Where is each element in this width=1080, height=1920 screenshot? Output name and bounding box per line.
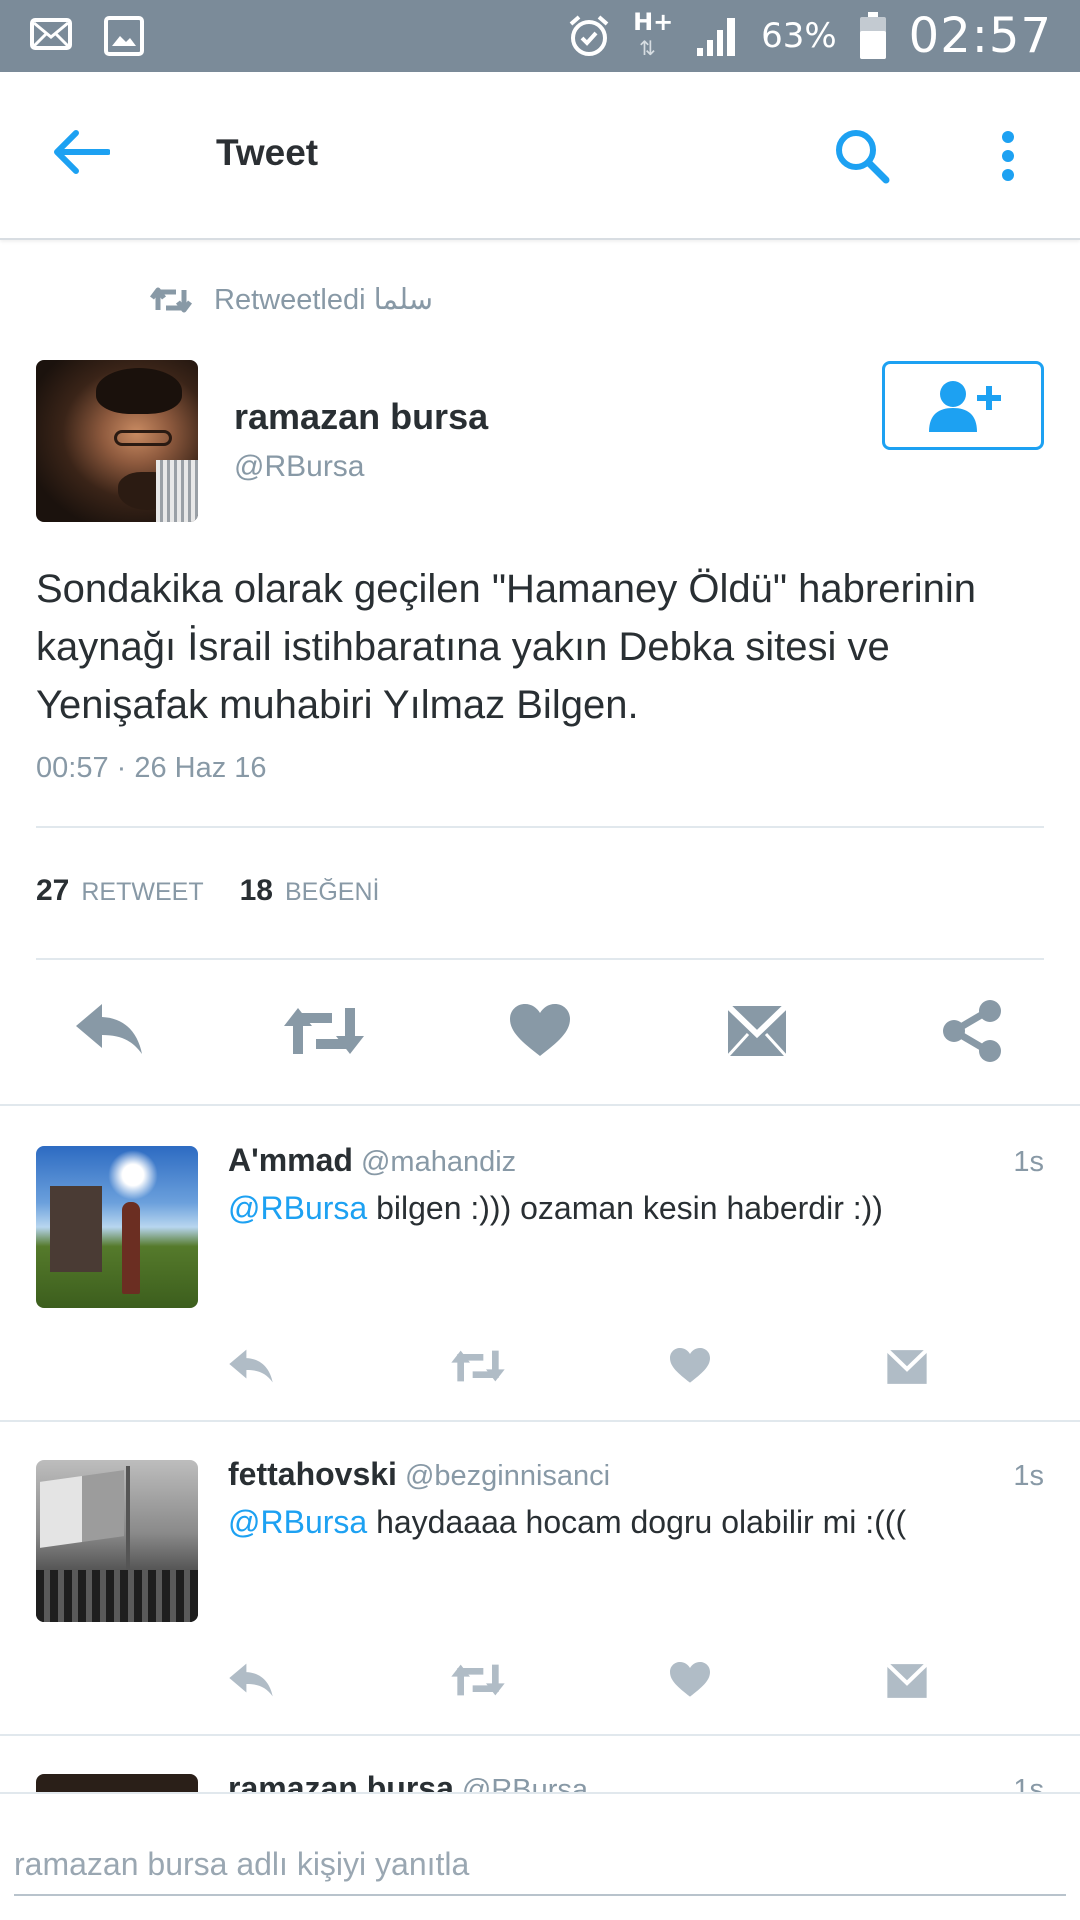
follow-button[interactable] [882, 361, 1044, 450]
like-heart-icon[interactable] [670, 1662, 710, 1698]
direct-message-icon[interactable] [726, 1004, 788, 1058]
tweet-stats: 27 RETWEET 18 BEĞENİ [36, 874, 415, 908]
divider [36, 958, 1044, 960]
network-type: H+ [633, 8, 674, 36]
retweet-count-label[interactable]: RETWEET [81, 878, 203, 907]
author-handle[interactable]: @RBursa [234, 450, 365, 484]
page-title: Tweet [216, 132, 319, 173]
battery-icon [859, 12, 886, 59]
author-name[interactable]: ramazan bursa [234, 396, 488, 438]
reply-icon[interactable] [74, 1002, 144, 1056]
reply-handle[interactable]: @bezginnisanci [405, 1460, 610, 1492]
reply-text: @RBursa haydaaaa hocam dogru olabilir mi… [228, 1504, 906, 1541]
reply-avatar[interactable] [36, 1146, 198, 1308]
image-icon [104, 16, 144, 56]
reply-icon[interactable] [228, 1348, 274, 1384]
reply-input[interactable] [14, 1834, 1066, 1896]
divider [0, 1104, 1080, 1106]
direct-message-icon[interactable] [886, 1348, 928, 1386]
like-heart-icon[interactable] [510, 1004, 570, 1058]
mail-icon [30, 18, 72, 50]
network-indicator: H+ ⇅ [633, 8, 673, 64]
retweeted-by: Retweetledi سلما [150, 282, 433, 317]
reply-item-partial: ramazan bursa @RBursa 1s [0, 1736, 1080, 1792]
like-count-label[interactable]: BEĞENİ [285, 878, 379, 907]
alarm-icon [569, 15, 609, 56]
divider [36, 826, 1044, 828]
reply-author-name[interactable]: fettahovski @bezginnisanci [228, 1456, 610, 1493]
status-bar: H+ ⇅ 63% 02:57 [0, 0, 1080, 72]
reply-avatar[interactable] [36, 1460, 198, 1622]
signal-icon [697, 18, 736, 56]
reply-name-text[interactable]: A'mmad [228, 1142, 353, 1178]
author-avatar[interactable] [36, 360, 198, 522]
reply-handle[interactable]: @mahandiz [361, 1146, 516, 1178]
retweet-icon[interactable] [450, 1662, 506, 1698]
reply-time: 1s [1013, 1146, 1044, 1178]
divider [0, 1420, 1080, 1422]
like-heart-icon[interactable] [670, 1348, 710, 1384]
reply-author-name[interactable]: A'mmad @mahandiz [228, 1142, 516, 1179]
reply-body: bilgen :))) ozaman kesin haberdir :)) [367, 1190, 883, 1226]
mention-link[interactable]: @RBursa [228, 1504, 367, 1540]
more-options-icon[interactable] [1000, 130, 1016, 182]
reply-avatar[interactable] [36, 1774, 198, 1792]
retweeted-by-label: Retweetledi سلما [214, 284, 434, 316]
clock: 02:57 [908, 8, 1052, 64]
tweet-actions [0, 996, 1080, 1068]
add-user-icon [929, 380, 1001, 432]
retweet-icon[interactable] [282, 1004, 366, 1058]
retweet-small-icon [150, 287, 192, 312]
reply-time: 1s [1013, 1460, 1044, 1492]
reply-handle[interactable]: @RBursa [462, 1774, 588, 1792]
retweet-icon[interactable] [450, 1348, 506, 1384]
like-count[interactable]: 18 [240, 874, 273, 908]
battery-percent: 63% [761, 16, 837, 56]
reply-time: 1s [1013, 1774, 1044, 1792]
retweet-count[interactable]: 27 [36, 874, 69, 908]
reply-author-name[interactable]: ramazan bursa @RBursa [228, 1770, 588, 1792]
back-arrow-icon[interactable] [52, 130, 110, 174]
reply-text: @RBursa bilgen :))) ozaman kesin haberdi… [228, 1190, 883, 1227]
app-bar: Tweet [0, 72, 1080, 240]
reply-name-text[interactable]: fettahovski [228, 1456, 397, 1492]
tweet-text: Sondakika olarak geçilen "Hamaney Öldü" … [36, 567, 977, 727]
mention-link[interactable]: @RBursa [228, 1190, 367, 1226]
tweet-timestamp: 00:57 · 26 Haz 16 [36, 752, 267, 784]
search-icon[interactable] [834, 128, 890, 184]
data-arrows-icon: ⇅ [639, 38, 656, 60]
reply-compose-bar [0, 1792, 1080, 1920]
share-icon[interactable] [942, 1000, 1002, 1062]
reply-icon[interactable] [228, 1662, 274, 1698]
reply-name-text[interactable]: ramazan bursa [228, 1770, 454, 1792]
reply-body: haydaaaa hocam dogru olabilir mi :((( [367, 1504, 907, 1540]
direct-message-icon[interactable] [886, 1662, 928, 1700]
